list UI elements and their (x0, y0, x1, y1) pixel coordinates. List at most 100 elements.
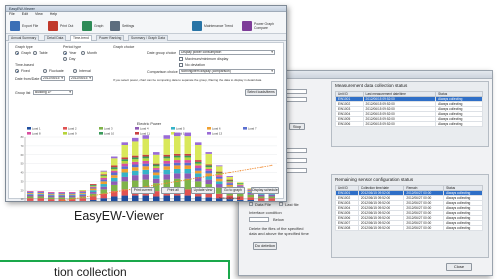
line-point (187, 179, 189, 181)
bar-segment (47, 193, 55, 195)
bar-segment (58, 197, 66, 200)
bar-segment (257, 200, 265, 201)
table-row[interactable]: EW1008 2012/06/15 09:52:00 2012/06/27 00:0… (335, 225, 483, 231)
menu-file[interactable]: File (9, 12, 15, 16)
bar-segment (142, 154, 150, 157)
bar-segment (79, 191, 87, 193)
stop-button[interactable]: Stop (289, 123, 305, 130)
day-radio[interactable] (63, 57, 67, 61)
year-radio[interactable] (63, 51, 67, 55)
bar-segment (100, 175, 108, 177)
bar-segment (37, 192, 45, 193)
bar-segment (121, 160, 129, 164)
toolbar-label: Settings (122, 23, 135, 28)
bar-segment (68, 193, 76, 195)
bar-segment (37, 192, 45, 194)
bar-segment (194, 173, 202, 177)
bar-segment (184, 136, 192, 154)
display-schedule-button[interactable]: Display schedule (251, 187, 279, 194)
print-icon (48, 20, 58, 31)
y-tick-label: 60 (21, 153, 24, 157)
legend-swatch (171, 127, 175, 130)
chart-title: Electric Power (137, 122, 162, 126)
bar-segment (152, 166, 160, 169)
bar-segment (205, 165, 213, 168)
print-current-button[interactable]: Print current (131, 187, 155, 194)
bar-segment (110, 170, 118, 173)
legend-label: Load 2 (68, 127, 77, 131)
do-deletion-button[interactable]: Do deletion (253, 242, 277, 250)
update-view-button[interactable]: Update view (191, 187, 215, 194)
data-file-checkbox[interactable] (249, 202, 253, 206)
bar-segment (100, 198, 108, 201)
start-date-select[interactable]: 2012/06/15 (41, 76, 65, 81)
export-icon (10, 20, 20, 31)
line-point (218, 173, 220, 175)
bar-segment (173, 132, 181, 137)
table-radio[interactable] (33, 51, 37, 55)
condition-value-input[interactable] (249, 217, 269, 222)
tab-annual-summary[interactable]: Annual Summary (8, 35, 40, 41)
date-group-select[interactable]: Display power consumption (179, 50, 275, 55)
bar-segment (26, 192, 34, 193)
menu-view[interactable]: View (35, 12, 43, 16)
bar-segment (37, 193, 45, 195)
graph-button[interactable]: Graph (82, 19, 103, 32)
maintenance-trend-button[interactable]: Maintenance Trend (192, 19, 233, 32)
max-min-checkbox[interactable] (179, 57, 183, 61)
bar-segment (142, 160, 150, 164)
toolbar-label: Export File (22, 23, 39, 28)
print-all-button[interactable]: Print all (161, 187, 185, 194)
bar-segment (215, 178, 223, 182)
collection-caption: tion collection (54, 265, 127, 279)
table-row[interactable]: EW1006 2012/06/15 09:52:00 Always collecti… (335, 121, 483, 127)
y-tick-label: 70 (21, 144, 24, 148)
viewer-titlebar[interactable]: EasyEW-Viewer (6, 6, 286, 12)
y-tick-label: 20 (21, 188, 24, 192)
tab-power-ranking[interactable]: Power Ranking (96, 35, 125, 41)
toolbar-label: Maintenance Trend (204, 23, 234, 28)
legend-label: Load 8 (32, 132, 41, 136)
bar-segment (194, 168, 202, 171)
bar-segment (121, 157, 129, 160)
bar-segment (100, 174, 108, 176)
bar-segment (142, 166, 150, 170)
fluctuate-radio[interactable] (43, 69, 47, 73)
bar-segment (142, 156, 150, 159)
bar-segment (152, 154, 160, 164)
export-file-button[interactable]: Export File (10, 19, 38, 32)
go-to-graph-button[interactable]: Go to graph (221, 187, 245, 194)
graph-radio[interactable] (15, 51, 19, 55)
month-radio[interactable] (81, 51, 85, 55)
no-deviation-checkbox[interactable] (179, 63, 183, 67)
menu-help[interactable]: Help (50, 12, 57, 16)
legend-swatch (207, 132, 211, 135)
settings-button[interactable]: Settings (110, 19, 134, 32)
tab-summary-graph[interactable]: Summary / Graph Data (128, 35, 168, 41)
last-file-checkbox[interactable] (279, 202, 283, 206)
bar-segment (47, 199, 55, 201)
print-out-button[interactable]: Print Out (48, 19, 73, 32)
tab-time-trend[interactable]: Time-trend (70, 35, 92, 41)
bar-segment (152, 168, 160, 170)
tab-detail-data[interactable]: Detail Data (44, 35, 67, 41)
close-button[interactable]: Close (446, 263, 472, 271)
menu-edit[interactable]: Edit (22, 12, 28, 16)
bar-segment (184, 160, 192, 163)
bar-segment (110, 184, 118, 192)
interval-radio[interactable] (73, 69, 77, 73)
comparison-select[interactable]: Nothing/item display (comparison) (179, 69, 275, 74)
bar-segment (236, 182, 244, 184)
select-loads-button[interactable]: Select loads/items (245, 89, 277, 96)
view-tabs: Annual Summary Detail Data Time-trend Po… (6, 34, 286, 41)
bar-segment (163, 169, 171, 175)
group-list-select[interactable]: Building 1F (33, 90, 73, 95)
line-point (155, 184, 157, 186)
y-tick-label: 10 (21, 197, 24, 201)
bar-segment (37, 191, 45, 193)
graph-choice-label: Graph choice (113, 45, 135, 49)
bar-segment (131, 159, 139, 162)
fixed-radio[interactable] (15, 69, 19, 73)
end-date-select[interactable]: 2012/06/15 (69, 76, 93, 81)
power-graph-compare-button[interactable]: Power Graph Compare (242, 19, 286, 32)
